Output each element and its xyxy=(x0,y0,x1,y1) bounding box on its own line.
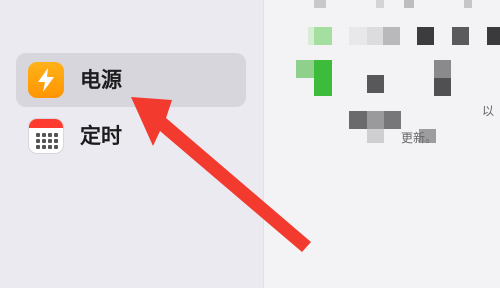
sidebar-item-power[interactable]: 电源 xyxy=(16,53,246,107)
mosaic-block xyxy=(487,27,500,45)
mosaic-block xyxy=(349,111,367,129)
mosaic-block xyxy=(314,60,332,96)
mosaic-block xyxy=(314,0,326,8)
mosaic-block xyxy=(452,27,469,45)
power-lightning-icon xyxy=(28,62,64,98)
calendar-schedule-icon xyxy=(28,118,64,154)
mosaic-block xyxy=(404,0,414,8)
mosaic-block xyxy=(296,60,314,78)
mosaic-block xyxy=(349,27,367,45)
mosaic-block xyxy=(367,129,384,143)
mosaic-block xyxy=(417,27,434,45)
mosaic-block xyxy=(384,111,401,129)
mosaic-block xyxy=(314,27,332,45)
lightning-bolt-glyph xyxy=(38,68,54,92)
mosaic-block xyxy=(308,27,314,45)
mosaic-block xyxy=(367,111,384,129)
sidebar-item-label: 定时 xyxy=(80,124,122,148)
sidebar-item-label: 电源 xyxy=(80,68,122,92)
mosaic-block xyxy=(367,27,383,45)
main-content-pixelated: 以 更新。 xyxy=(263,0,500,288)
mosaic-block xyxy=(464,0,472,8)
mosaic-block xyxy=(367,75,384,93)
partial-description-text: 以 xyxy=(482,104,495,118)
mosaic-block xyxy=(376,0,384,8)
mosaic-block xyxy=(383,27,400,45)
mosaic-block xyxy=(434,60,451,78)
settings-screen: 电源 定时 以 更新。 xyxy=(0,0,500,288)
sidebar: 电源 定时 xyxy=(0,0,263,288)
partial-description-text: 更新。 xyxy=(401,131,438,145)
mosaic-block xyxy=(434,78,451,96)
sidebar-item-schedule[interactable]: 定时 xyxy=(16,109,246,163)
calendar-header-strip xyxy=(29,119,63,128)
calendar-grid xyxy=(36,133,58,149)
